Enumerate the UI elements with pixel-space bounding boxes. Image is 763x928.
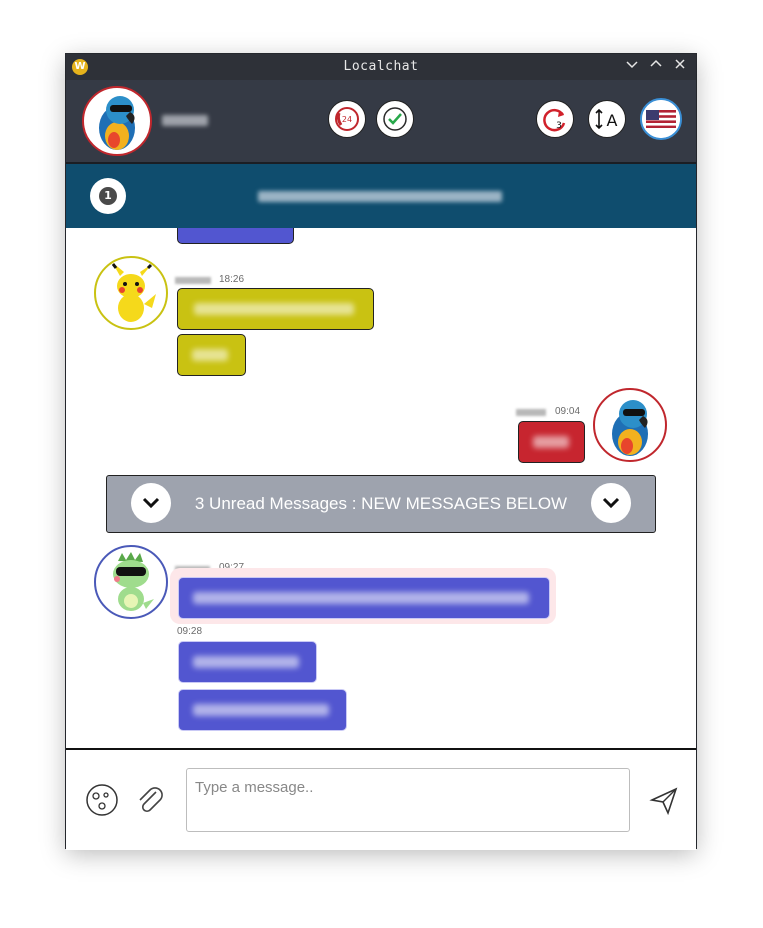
chat-header: 24 3 A [66,80,696,164]
sender-name-redacted [516,409,546,416]
svg-text:A: A [607,111,618,130]
message-input[interactable] [186,768,630,832]
window-title: Localchat [343,59,419,74]
refresh-3-icon[interactable]: 3 [536,100,574,138]
maximize-icon[interactable] [646,57,666,77]
attachment-icon[interactable] [132,782,168,818]
message-time: 09:04 [555,406,581,417]
message-time: 09:28 [177,626,203,637]
sender-name-redacted [175,277,211,284]
banner-text-redacted [258,191,502,202]
checkmark-icon[interactable] [376,100,414,138]
minimize-icon[interactable] [622,57,642,77]
svg-text:24: 24 [342,115,352,124]
message-bubble [178,641,317,683]
contact-avatar[interactable] [94,545,168,619]
us-flag-icon[interactable] [640,98,682,140]
badge-count: 1 [99,187,117,205]
own-avatar[interactable] [593,388,667,462]
phone-24-icon[interactable]: 24 [328,100,366,138]
unread-messages-text: 3 Unread Messages : NEW MESSAGES BELOW [194,494,568,513]
svg-text:3: 3 [556,121,562,131]
message-bubble [177,288,374,330]
composer-bar [66,748,696,850]
message-bubble [518,421,585,463]
message-list[interactable]: 18:26 09:04 3 Unread Messages: NEW MESS… [66,228,696,748]
message-time: 18:26 [219,274,245,285]
message-bubble [178,689,347,731]
user-name-redacted [162,115,208,126]
message-bubble [178,577,550,619]
emoji-icon[interactable] [84,782,120,818]
title-bar: W Localchat [66,54,696,80]
notification-badge: 1 [90,178,126,214]
message-bubble [177,228,294,244]
message-bubble [177,334,246,376]
close-icon[interactable] [670,57,690,77]
send-icon[interactable] [646,782,682,818]
unread-messages-bar[interactable]: 3 Unread Messages : NEW MESSAGES BELOW [106,475,656,533]
text-size-icon[interactable]: A [588,100,626,138]
chat-window: W Localchat 24 3 A 1 18:26 09:04 3 Unrea… [66,54,696,850]
chevron-down-icon[interactable] [591,483,631,523]
user-avatar[interactable] [82,86,152,156]
contact-avatar[interactable] [94,256,168,330]
notification-banner[interactable]: 1 [66,164,696,228]
